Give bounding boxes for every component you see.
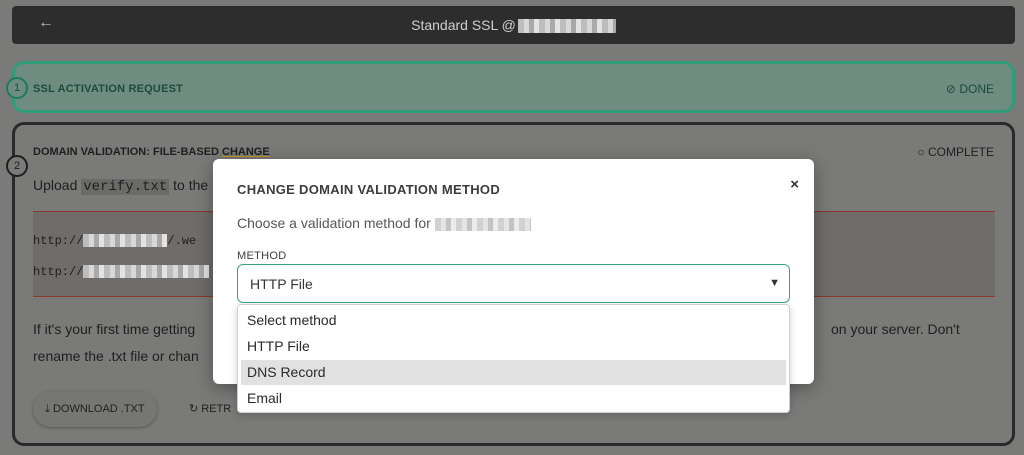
top-bar: ← Standard SSL @ (12, 6, 1015, 44)
method-select-value: HTTP File (250, 276, 313, 292)
page-title-text: Standard SSL @ (411, 17, 516, 33)
step-label: DOMAIN VALIDATION: FILE-BASED CHANGE (33, 146, 270, 158)
upload-instruction: Upload verify.txt to the (33, 177, 208, 195)
method-option-dns-record[interactable]: DNS Record (241, 360, 786, 385)
instructions-line-1-tail: on your server. Don't (831, 321, 960, 337)
validation-url-1-path: /.we (167, 234, 197, 248)
upload-instruction-suffix: to the (169, 177, 209, 193)
modal-title: CHANGE DOMAIN VALIDATION METHOD (237, 182, 501, 197)
retry-label: RETR (201, 403, 232, 415)
step-number-2: 2 (6, 155, 28, 177)
download-label: DOWNLOAD .TXT (52, 403, 145, 415)
step-label: SSL ACTIVATION REQUEST (33, 83, 184, 95)
status-complete-text: COMPLETE (927, 145, 994, 159)
status-done: ⊘ DONE (946, 82, 994, 96)
close-icon[interactable]: × (790, 176, 799, 193)
modal-subtitle-text: Choose a validation method for (237, 215, 431, 231)
method-option-select[interactable]: Select method (241, 308, 786, 333)
empty-circle-icon: ○ (917, 145, 925, 159)
chevron-down-icon: ▼ (769, 277, 780, 289)
method-label: METHOD (237, 250, 287, 262)
status-done-text: DONE (959, 82, 994, 96)
verify-filename: verify.txt (81, 179, 170, 195)
validation-url-1-scheme: http:// (33, 234, 84, 248)
status-complete: ○ COMPLETE (917, 145, 994, 159)
retry-icon: ↻ (189, 403, 199, 415)
redacted-domain (434, 217, 531, 231)
validation-url-2-scheme: http:// (33, 265, 84, 279)
modal-subtitle: Choose a validation method for (237, 215, 531, 231)
method-option-http-file[interactable]: HTTP File (241, 334, 786, 359)
page-title: Standard SSL @ (12, 17, 1015, 34)
retry-button[interactable]: ↻ RETR (189, 402, 231, 415)
step-ssl-activation: 1 SSL ACTIVATION REQUEST ⊘ DONE (6, 61, 1015, 113)
step-number-1: 1 (6, 77, 28, 99)
download-icon: ⤓ (45, 403, 50, 415)
check-circle-icon: ⊘ (945, 82, 956, 96)
redacted-domain (517, 19, 616, 34)
method-dropdown-list: Select method HTTP File DNS Record Email (237, 304, 790, 413)
method-select[interactable]: HTTP File ▼ (237, 264, 790, 303)
validation-url-2: http:// (33, 265, 210, 279)
validation-url-1: http:// /.we (33, 234, 196, 248)
redacted-domain (83, 265, 210, 279)
method-option-email[interactable]: Email (241, 386, 786, 411)
redacted-domain (83, 234, 168, 248)
step-label-text: DOMAIN VALIDATION: FILE-BASED (33, 146, 223, 158)
upload-instruction-prefix: Upload (33, 177, 82, 193)
download-txt-button[interactable]: ⤓ DOWNLOAD .TXT (33, 391, 157, 427)
change-link[interactable]: CHANGE (222, 146, 270, 158)
